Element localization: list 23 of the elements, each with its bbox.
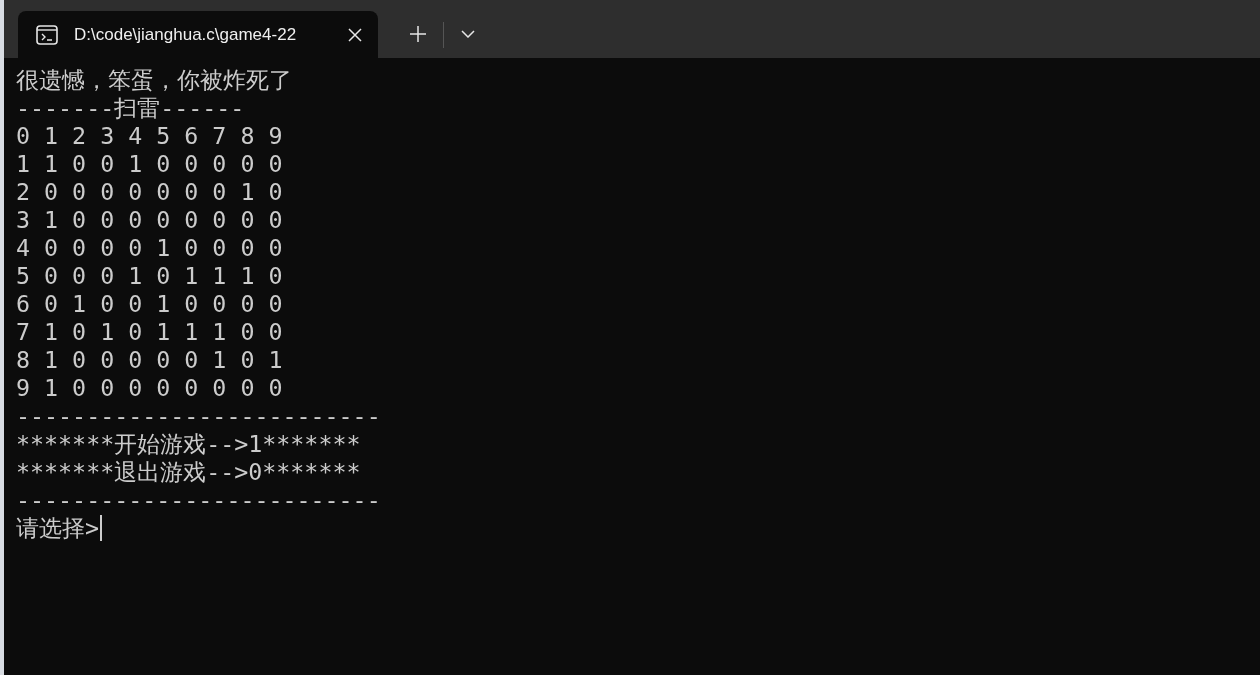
console-output-line: *******开始游戏-->1******* bbox=[16, 430, 362, 458]
console-output-line: 2 0 0 0 0 0 0 0 1 0 bbox=[16, 178, 284, 206]
console-output-line: 5 0 0 0 1 0 1 1 1 0 bbox=[16, 262, 284, 290]
console-output-line: 9 1 0 0 0 0 0 0 0 0 bbox=[16, 374, 284, 402]
console-output-line: 1 1 0 0 1 0 0 0 0 0 bbox=[16, 150, 284, 178]
console-output-line: *******退出游戏-->0******* bbox=[16, 458, 362, 486]
console-output-line: 0 1 2 3 4 5 6 7 8 9 bbox=[16, 122, 284, 150]
new-tab-icon[interactable] bbox=[410, 26, 426, 42]
console-output-line: 4 0 0 0 0 1 0 0 0 0 bbox=[16, 234, 284, 262]
console-output-line: -------------------------- bbox=[16, 402, 382, 430]
close-icon[interactable] bbox=[348, 27, 362, 42]
console-prompt: 请选择> bbox=[16, 514, 100, 542]
dropdown-chevron-icon[interactable] bbox=[461, 30, 475, 38]
terminal-tab[interactable]: D:\code\jianghua.c\game4-22 bbox=[18, 11, 378, 58]
terminal-icon bbox=[36, 24, 58, 45]
console-output-line: 8 1 0 0 0 0 0 1 0 1 bbox=[16, 346, 284, 374]
console-output-line: 7 1 0 1 0 1 1 1 0 0 bbox=[16, 318, 284, 346]
console-output-line: -------------------------- bbox=[16, 486, 382, 514]
console-output-line: -------扫雷------ bbox=[16, 94, 246, 122]
console-output-line: 很遗憾，笨蛋，你被炸死了 bbox=[16, 66, 293, 94]
console-output-line: 6 0 1 0 0 1 0 0 0 0 bbox=[16, 290, 284, 318]
text-cursor bbox=[100, 515, 103, 541]
console-output-line: 3 1 0 0 0 0 0 0 0 0 bbox=[16, 206, 284, 234]
